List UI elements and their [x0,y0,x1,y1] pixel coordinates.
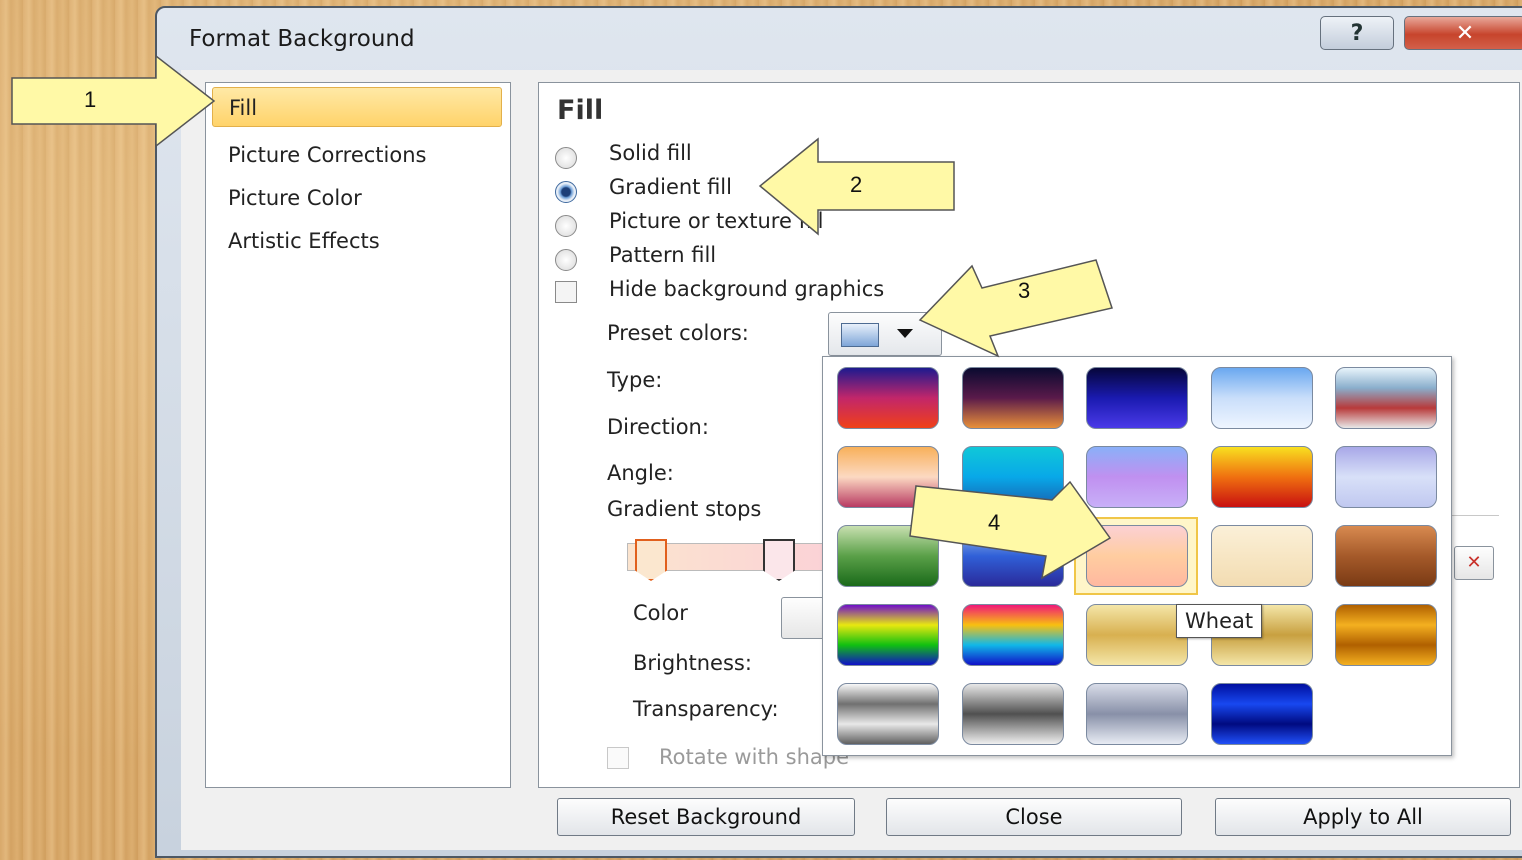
preset-gradient-swatch[interactable] [1086,367,1188,429]
close-button[interactable]: Close [886,798,1182,836]
transparency-label: Transparency: [633,697,779,721]
preset-gradient-swatch[interactable] [837,683,939,745]
nav-item-picture-color[interactable]: Picture Color [212,178,502,218]
callout-arrow-3 [918,259,1113,358]
callout-label-1: 1 [84,87,97,112]
preset-gradient-swatch[interactable] [1335,525,1437,587]
preset-gradient-swatch[interactable] [1086,683,1188,745]
reset-background-button[interactable]: Reset Background [557,798,855,836]
preset-gradient-swatch[interactable] [1210,446,1313,508]
preset-gradient-swatch[interactable] [837,367,939,429]
preset-gradient-swatch[interactable] [1210,683,1313,745]
callout-arrow-1 [11,54,216,148]
preset-gradient-swatch[interactable] [1210,367,1313,429]
direction-label: Direction: [607,415,709,439]
callout-arrow-4 [909,480,1112,580]
nav-item-artistic-effects[interactable]: Artistic Effects [212,221,502,261]
close-icon: ✕ [1455,20,1475,46]
swatch-tooltip: Wheat [1176,604,1263,638]
rotate-with-shape-checkbox[interactable] [607,747,629,769]
rotate-with-shape-label: Rotate with shape [659,745,850,769]
hide-background-graphics-checkbox[interactable] [555,281,577,303]
picture-texture-fill-radio[interactable] [555,215,585,237]
type-label: Type: [607,368,663,392]
gradient-stop-handle[interactable] [763,539,795,581]
nav-item-label: Artistic Effects [228,229,380,253]
nav-item-label: Picture Corrections [228,143,427,167]
gradient-stops-label: Gradient stops [607,497,762,521]
preset-gradient-swatch[interactable] [1335,604,1437,666]
preset-gradient-swatch[interactable] [1335,446,1437,508]
preset-gradient-swatch[interactable] [837,604,939,666]
preset-colors-label: Preset colors: [607,321,749,345]
callout-label-2: 2 [850,172,863,197]
nav-item-fill[interactable]: Fill [212,87,502,127]
solid-fill-radio[interactable] [555,147,585,169]
hide-background-graphics-label[interactable]: Hide background graphics [609,277,884,301]
gradient-fill-radio[interactable] [555,181,585,203]
nav-item-picture-corrections[interactable]: Picture Corrections [212,135,502,175]
chevron-down-icon [897,329,913,338]
preset-gradient-swatch[interactable] [1335,367,1437,429]
preset-gradient-swatch[interactable] [1210,525,1313,587]
pattern-fill-label[interactable]: Pattern fill [609,243,716,267]
callout-label-4: 4 [988,510,1001,535]
dialog-title: Format Background [189,26,415,52]
color-label: Color [633,601,688,625]
window-close-button[interactable]: ✕ [1404,16,1522,50]
preset-swatch [841,323,879,347]
help-button[interactable]: ? [1320,16,1394,50]
title-bar: Format Background ? ✕ [157,8,1522,70]
panel-heading: Fill [557,95,604,126]
angle-label: Angle: [607,461,674,485]
category-list: Fill Picture Corrections Picture Color A… [205,82,511,788]
solid-fill-label[interactable]: Solid fill [609,141,692,165]
remove-gradient-stop-button[interactable]: ✕ [1454,546,1494,580]
callout-label-3: 3 [1018,278,1031,303]
nav-item-label: Fill [229,96,258,120]
gradient-fill-label[interactable]: Gradient fill [609,175,732,199]
brightness-label: Brightness: [633,651,752,675]
pattern-fill-radio[interactable] [555,249,585,271]
gradient-stop-handle[interactable] [635,539,667,581]
apply-to-all-button[interactable]: Apply to All [1215,798,1511,836]
preset-gradient-swatch[interactable] [1086,604,1188,666]
nav-item-label: Picture Color [228,186,362,210]
preset-gradient-swatch[interactable] [961,367,1064,429]
preset-gradient-swatch[interactable] [961,604,1064,666]
preset-gradient-swatch[interactable] [961,683,1064,745]
help-icon: ? [1350,20,1364,46]
